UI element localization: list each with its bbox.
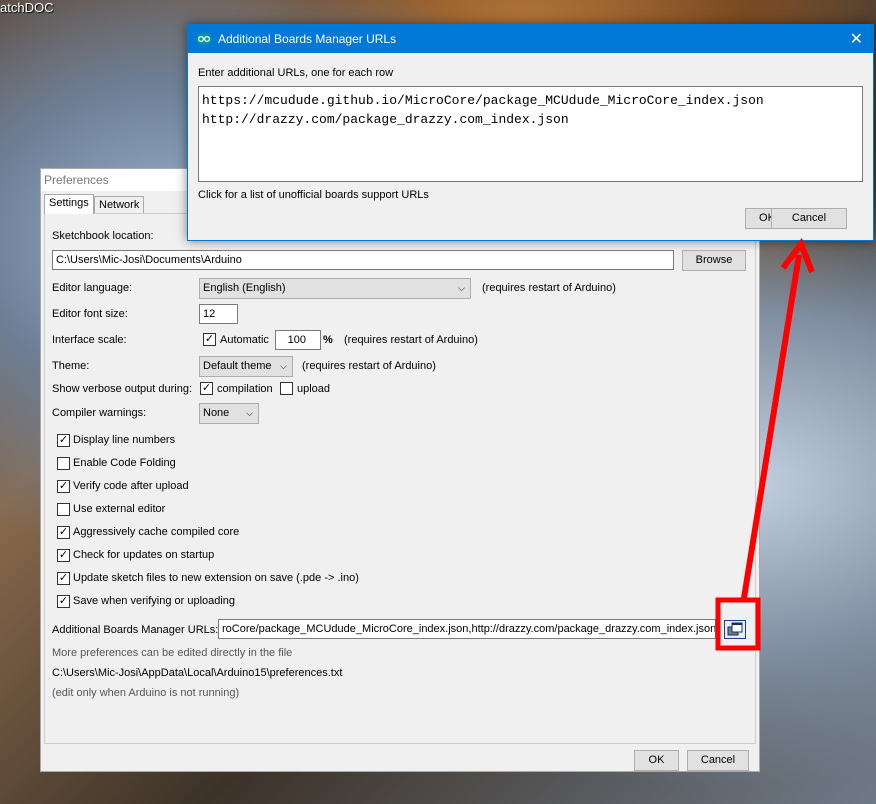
- scale-unit: %: [323, 334, 333, 346]
- option-label: Save when verifying or uploading: [73, 595, 236, 607]
- prefs-file-path[interactable]: C:\Users\Mic-Josi\AppData\Local\Arduino1…: [52, 667, 342, 679]
- option-label: Verify code after upload: [73, 480, 189, 492]
- option-checkbox[interactable]: ✓: [57, 526, 70, 539]
- ok-button[interactable]: OK: [634, 750, 679, 771]
- option-checkbox[interactable]: ✓: [57, 572, 70, 585]
- chevron-down-icon: ⌵: [280, 361, 287, 371]
- boards-url-label: Additional Boards Manager URLs:: [52, 624, 219, 636]
- annotation-arrowhead: [780, 237, 815, 274]
- font-size-label: Editor font size:: [52, 308, 128, 320]
- open-url-editor-button[interactable]: [724, 620, 746, 639]
- language-label: Editor language:: [52, 282, 133, 294]
- verbose-label: Show verbose output during:: [52, 383, 193, 395]
- dialog-cancel-button[interactable]: Cancel: [771, 208, 847, 229]
- verbose-upload-checkbox[interactable]: [280, 382, 293, 395]
- sketchbook-label: Sketchbook location:: [52, 230, 154, 242]
- chevron-down-icon: ⌵: [458, 283, 465, 293]
- browse-button[interactable]: Browse: [682, 250, 746, 271]
- option-checkbox[interactable]: ✓: [57, 595, 70, 608]
- option-checkbox[interactable]: [57, 457, 70, 470]
- scale-auto-checkbox[interactable]: ✓: [203, 333, 216, 346]
- unofficial-urls-link[interactable]: Click for a list of unofficial boards su…: [198, 189, 429, 201]
- warnings-value: None: [203, 407, 230, 419]
- option-label: Aggressively cache compiled core: [73, 526, 240, 538]
- dialog-instruction: Enter additional URLs, one for each row: [198, 67, 394, 79]
- preferences-window: Preferences Settings Network Sketchbook …: [40, 168, 760, 772]
- scale-auto-label: Automatic: [220, 334, 269, 346]
- scale-stepper[interactable]: 100: [275, 330, 321, 350]
- verbose-compilation-checkbox[interactable]: ✓: [200, 382, 213, 395]
- chevron-down-icon: ⌵: [246, 408, 253, 418]
- boards-url-dialog: Additional Boards Manager URLs ✕ Enter a…: [187, 24, 874, 241]
- arduino-logo-icon: [196, 33, 212, 45]
- option-label: Display line numbers: [73, 434, 176, 446]
- option-label: Update sketch files to new extension on …: [73, 572, 359, 584]
- desktop-icon-label[interactable]: atchDOC: [0, 0, 53, 15]
- theme-label: Theme:: [52, 360, 90, 372]
- option-label: Use external editor: [73, 503, 166, 515]
- verbose-upload-label: upload: [297, 383, 331, 395]
- urls-textarea[interactable]: https://mcudude.github.io/MicroCore/pack…: [198, 86, 863, 182]
- verbose-compilation-label: compilation: [217, 383, 273, 395]
- warnings-select[interactable]: None ⌵: [199, 403, 259, 424]
- more-prefs-note: More preferences can be edited directly …: [52, 647, 293, 659]
- scale-label: Interface scale:: [52, 334, 127, 346]
- close-icon[interactable]: ✕: [850, 29, 863, 49]
- option-checkbox[interactable]: ✓: [57, 549, 70, 562]
- theme-restart-note: (requires restart of Arduino): [302, 360, 436, 372]
- option-checkbox[interactable]: [57, 503, 70, 516]
- language-value: English (English): [203, 282, 286, 294]
- restart-note: (requires restart of Arduino): [482, 282, 616, 294]
- cancel-button[interactable]: Cancel: [687, 750, 749, 771]
- font-size-input[interactable]: 12: [199, 304, 238, 324]
- tab-settings[interactable]: Settings: [44, 194, 94, 214]
- option-checkbox[interactable]: ✓: [57, 480, 70, 493]
- edit-note: (edit only when Arduino is not running): [52, 687, 240, 699]
- option-checkbox[interactable]: ✓: [57, 434, 70, 447]
- theme-value: Default theme: [203, 360, 272, 372]
- language-select[interactable]: English (English) ⌵: [199, 278, 471, 299]
- option-label: Enable Code Folding: [73, 457, 176, 469]
- tab-network[interactable]: Network: [94, 196, 145, 214]
- warnings-label: Compiler warnings:: [52, 407, 147, 419]
- option-label: Check for updates on startup: [73, 549, 215, 561]
- theme-select[interactable]: Default theme ⌵: [199, 356, 293, 377]
- scale-restart-note: (requires restart of Arduino): [344, 334, 478, 346]
- sketchbook-input[interactable]: C:\Users\Mic-Josi\Documents\Arduino: [52, 250, 674, 270]
- dialog-title: Additional Boards Manager URLs: [188, 25, 873, 53]
- window-stack-icon: [727, 622, 743, 636]
- boards-url-input[interactable]: roCore/package_MCUdude_MicroCore_index.j…: [218, 619, 716, 639]
